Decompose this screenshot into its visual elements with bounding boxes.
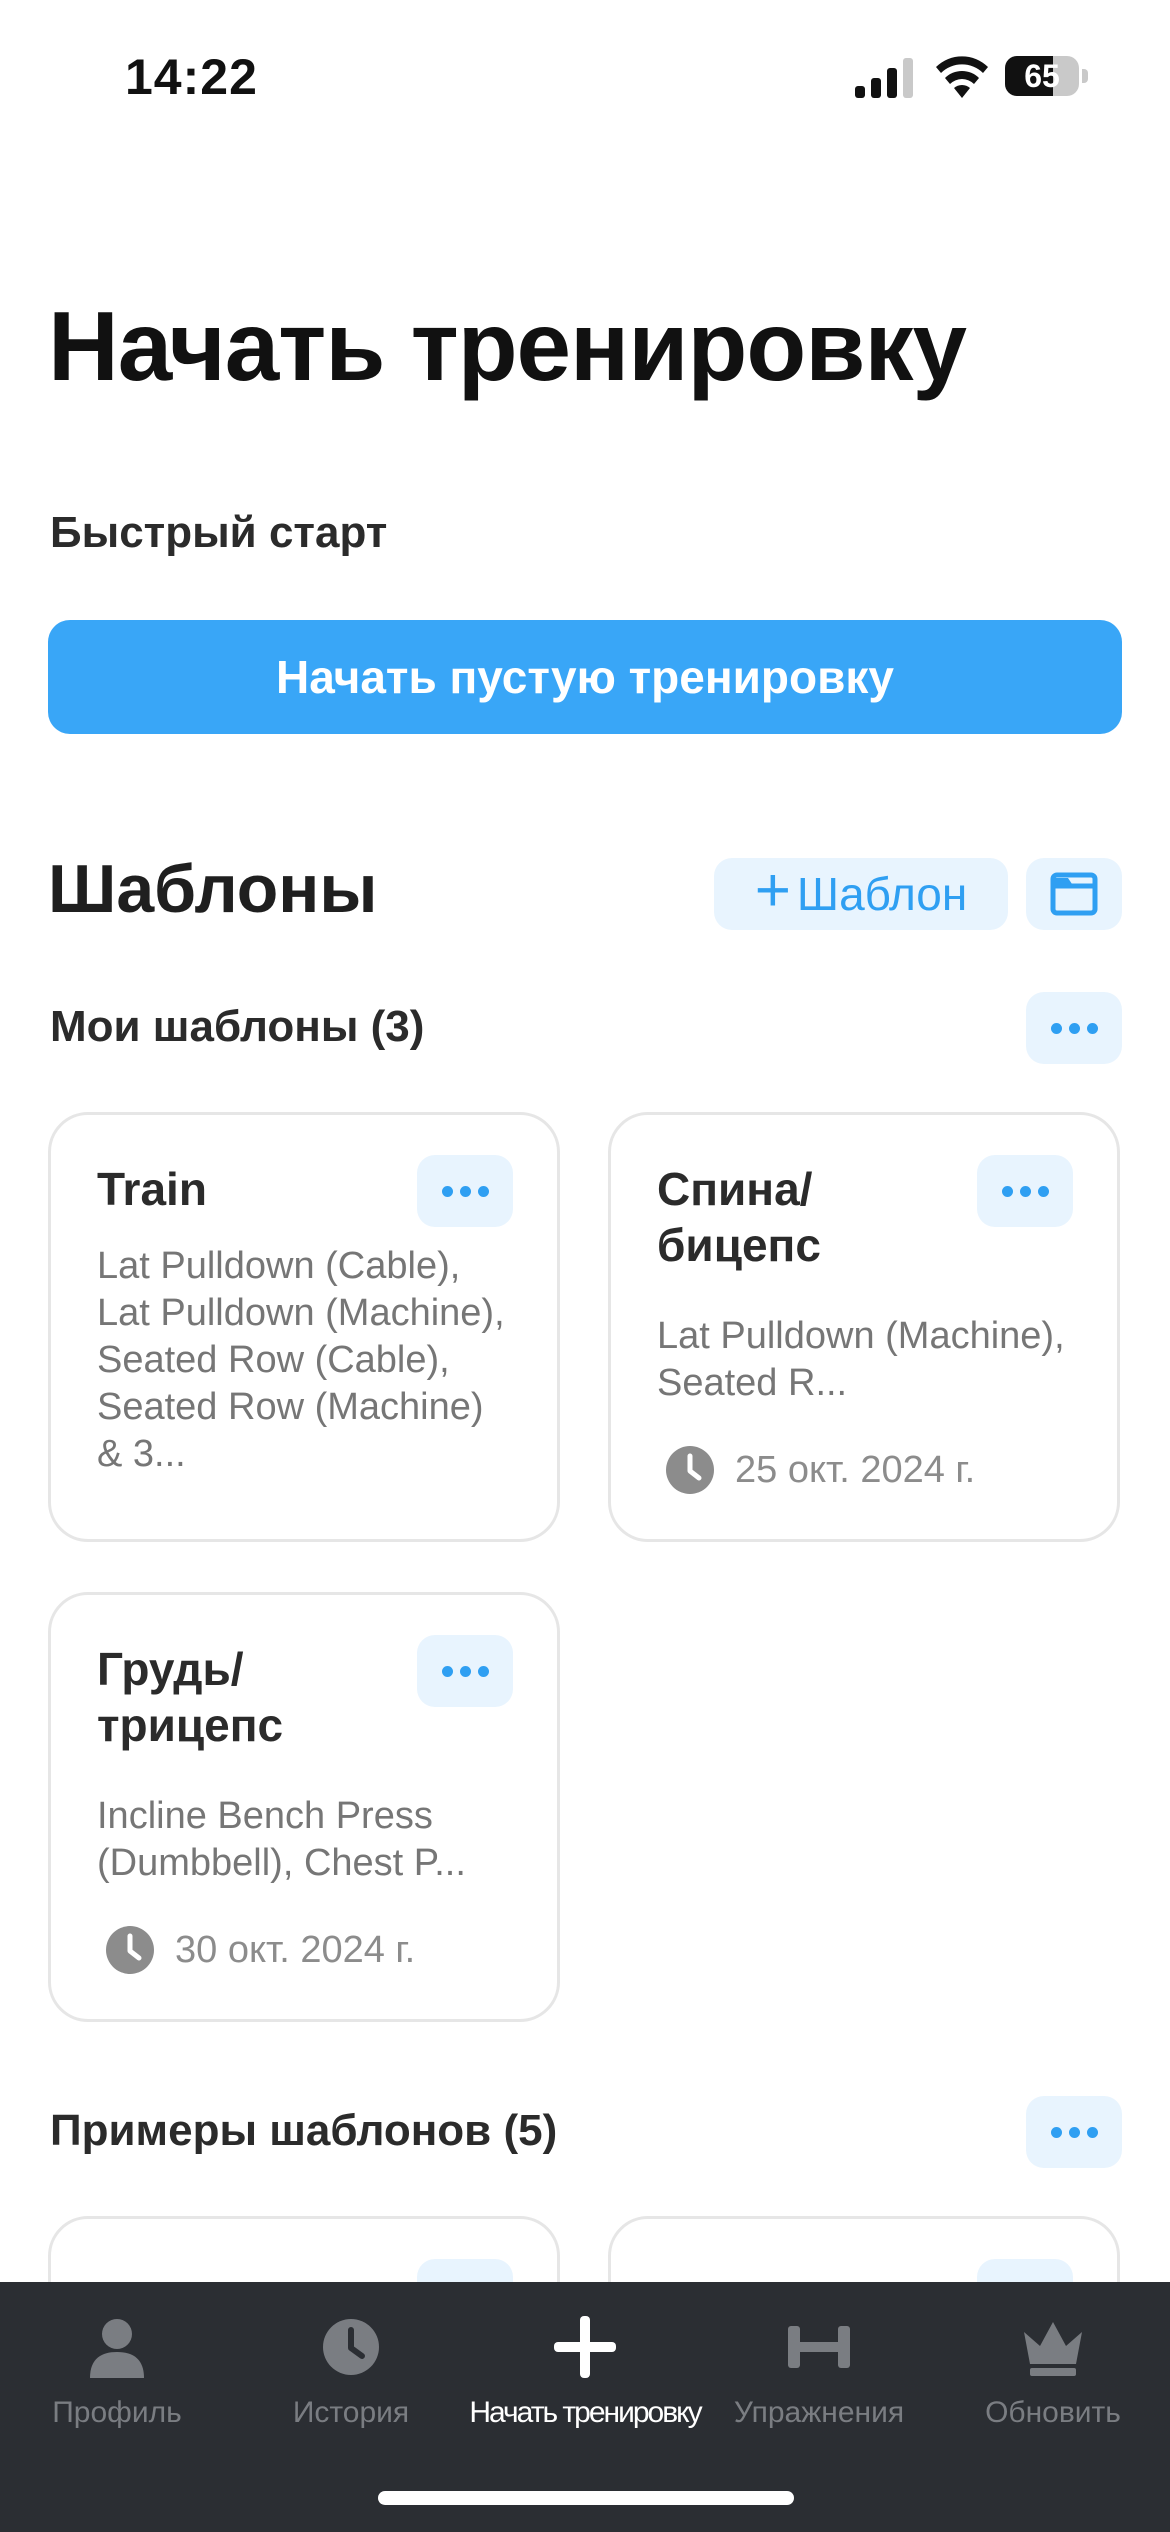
tab-exercises[interactable]: Упражнения	[702, 2312, 936, 2452]
templates-title: Шаблоны	[48, 851, 378, 927]
wifi-icon	[936, 56, 988, 98]
template-card-title: Грудь/ трицепс	[97, 1643, 284, 1751]
folder-icon	[1050, 872, 1098, 916]
tab-upgrade[interactable]: Обновить	[936, 2312, 1170, 2452]
template-card[interactable]: Грудь/ трицепс Incline Bench Press (Dumb…	[48, 1592, 560, 2022]
template-card-exercises: Lat Pulldown (Machine), Seated R...	[657, 1315, 1065, 1404]
tab-profile[interactable]: Профиль	[0, 2312, 234, 2452]
battery-icon: 65	[1005, 56, 1088, 96]
template-card-more-button[interactable]	[977, 1155, 1073, 1227]
tab-label: Обновить	[985, 2396, 1121, 2429]
template-card[interactable]: Спина/ бицепс Lat Pulldown (Machine), Se…	[608, 1112, 1120, 1542]
status-time: 14:22	[125, 49, 258, 105]
tab-label: Начать тренировку	[469, 2396, 702, 2429]
clock-icon	[106, 1926, 154, 1974]
plus-icon: +	[754, 856, 791, 925]
template-card[interactable]: Train Lat Pulldown (Cable), Lat Pulldown…	[48, 1112, 560, 1542]
history-icon	[323, 2319, 379, 2375]
plus-icon	[554, 2316, 616, 2378]
status-bar: 14:22 65	[0, 0, 1170, 150]
add-template-button[interactable]: + Шаблон	[714, 858, 1008, 930]
example-templates-title: Примеры шаблонов (5)	[50, 2106, 558, 2155]
page-title: Начать тренировку	[48, 291, 967, 401]
new-folder-button[interactable]	[1026, 858, 1122, 930]
template-card-last-used: 30 окт. 2024 г.	[105, 1925, 415, 1975]
battery-level: 65	[1024, 58, 1060, 94]
tab-label: Профиль	[52, 2396, 182, 2429]
template-card-date: 25 окт. 2024 г.	[735, 1448, 976, 1491]
profile-icon	[90, 2319, 144, 2378]
tab-history[interactable]: История	[234, 2312, 468, 2452]
tab-label: История	[292, 2396, 410, 2429]
tab-label: Упражнения	[733, 2396, 905, 2429]
add-template-label: Шаблон	[796, 868, 968, 920]
start-empty-workout-button[interactable]: Начать пустую тренировку	[48, 620, 1122, 734]
template-card-date: 30 окт. 2024 г.	[175, 1928, 416, 1971]
my-templates-title: Мои шаблоны (3)	[50, 1002, 425, 1051]
home-indicator	[378, 2491, 794, 2505]
template-card-exercises: Incline Bench Press (Dumbbell), Chest P.…	[97, 1795, 466, 1884]
clock-icon	[666, 1446, 714, 1494]
quick-start-label: Быстрый старт	[50, 508, 388, 557]
template-card-more-button[interactable]	[417, 1635, 513, 1707]
template-card-title: Train	[97, 1163, 207, 1215]
tab-start-workout[interactable]: Начать тренировку	[468, 2312, 703, 2452]
template-card-more-button[interactable]	[417, 1155, 513, 1227]
template-card-title: Спина/ бицепс	[657, 1163, 821, 1271]
signal-icon	[855, 58, 913, 98]
my-templates-more-button[interactable]	[1026, 992, 1122, 1064]
example-templates-more-button[interactable]	[1026, 2096, 1122, 2168]
dumbbell-icon	[788, 2326, 850, 2368]
crown-icon	[1024, 2322, 1082, 2376]
template-card-last-used: 25 окт. 2024 г.	[665, 1445, 975, 1495]
template-card-exercises: Lat Pulldown (Cable), Lat Pulldown (Mach…	[97, 1245, 505, 1475]
